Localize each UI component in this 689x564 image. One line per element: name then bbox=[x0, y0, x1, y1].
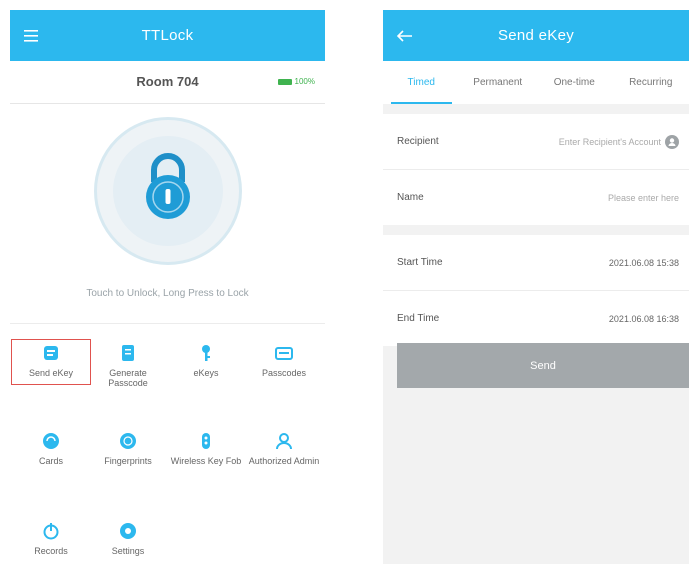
recipient-field[interactable]: Enter Recipient's Account bbox=[558, 134, 679, 149]
padlock-icon bbox=[146, 153, 190, 219]
tab-one-time[interactable]: One-time bbox=[536, 61, 613, 104]
grid-ekeys[interactable]: eKeys bbox=[167, 344, 245, 378]
end-time-label: End Time bbox=[397, 313, 440, 324]
grid-label: Cards bbox=[38, 456, 63, 466]
end-time-value[interactable]: 2021.06.08 16:38 bbox=[609, 314, 679, 324]
grid-send-ekey[interactable]: Send eKey bbox=[11, 339, 91, 385]
key-fob-icon bbox=[202, 433, 210, 449]
ekey-type-tabs: Timed Permanent One-time Recurring bbox=[383, 61, 689, 104]
grid-authorized-admin[interactable]: Authorized Admin bbox=[245, 432, 323, 466]
contacts-icon[interactable] bbox=[665, 134, 679, 149]
tab-recurring[interactable]: Recurring bbox=[613, 61, 689, 104]
grid-label: Passcodes bbox=[261, 368, 307, 378]
grid-passcodes[interactable]: Passcodes bbox=[245, 344, 323, 378]
send-button[interactable]: Send bbox=[397, 343, 689, 388]
records-icon bbox=[43, 523, 59, 540]
tab-permanent[interactable]: Permanent bbox=[460, 61, 537, 104]
app-title: TTLock bbox=[141, 27, 194, 44]
cards-icon bbox=[43, 433, 59, 449]
passcodes-icon bbox=[275, 347, 293, 360]
grid-records[interactable]: Records bbox=[12, 522, 90, 556]
fingerprint-icon bbox=[120, 433, 136, 449]
time-group: Start Time 2021.06.08 15:38 End Time 202… bbox=[383, 235, 689, 346]
name-row[interactable]: Name Please enter here bbox=[383, 169, 689, 225]
grid-label: Settings bbox=[111, 546, 145, 556]
grid-label: Send eKey bbox=[28, 368, 74, 378]
app-bar: TTLock bbox=[10, 10, 325, 61]
lock-hint: Touch to Unlock, Long Press to Lock bbox=[86, 288, 249, 299]
recipient-group: Recipient Enter Recipient's Account Name… bbox=[383, 114, 689, 225]
recipient-label: Recipient bbox=[397, 136, 439, 147]
grid-label: Records bbox=[34, 546, 68, 556]
grid-label: Authorized Admin bbox=[248, 456, 320, 466]
ekeys-icon bbox=[202, 345, 210, 361]
grid-fingerprints[interactable]: Fingerprints bbox=[89, 432, 167, 466]
grid-settings[interactable]: Settings bbox=[89, 522, 167, 556]
name-label: Name bbox=[397, 192, 424, 203]
generate-passcode-icon bbox=[122, 345, 134, 361]
recipient-row[interactable]: Recipient Enter Recipient's Account bbox=[383, 114, 689, 169]
grid-wireless-key-fob[interactable]: Wireless Key Fob bbox=[167, 432, 245, 466]
admin-icon bbox=[276, 433, 292, 450]
back-arrow-icon[interactable] bbox=[397, 10, 413, 61]
tab-timed[interactable]: Timed bbox=[383, 61, 460, 104]
send-ekey-screen: Send eKey Timed Permanent One-time Recur… bbox=[383, 10, 689, 564]
screen-title: Send eKey bbox=[497, 27, 575, 44]
room-header: Room 704 100% bbox=[10, 61, 325, 104]
end-time-row[interactable]: End Time 2021.06.08 16:38 bbox=[383, 290, 689, 346]
battery-indicator: 100% bbox=[277, 77, 315, 86]
start-time-value[interactable]: 2021.06.08 15:38 bbox=[609, 258, 679, 268]
grid-label: Wireless Key Fob bbox=[170, 456, 242, 466]
menu-icon[interactable] bbox=[24, 10, 38, 61]
lock-screen: TTLock Room 704 100% Touch to Unlock, Lo… bbox=[10, 10, 325, 564]
start-time-label: Start Time bbox=[397, 257, 443, 268]
battery-icon bbox=[277, 78, 292, 85]
grid-label: Generate Passcode bbox=[108, 368, 148, 388]
start-time-row[interactable]: Start Time 2021.06.08 15:38 bbox=[383, 235, 689, 290]
send-ekey-icon bbox=[44, 346, 58, 360]
grid-generate-passcode[interactable]: Generate Passcode bbox=[89, 344, 167, 388]
grid-label: Fingerprints bbox=[104, 456, 152, 466]
grid-label: eKeys bbox=[193, 368, 219, 378]
grid-cards[interactable]: Cards bbox=[12, 432, 90, 466]
battery-level: 100% bbox=[294, 77, 315, 86]
unlock-button[interactable] bbox=[94, 117, 242, 265]
recipient-placeholder: Enter Recipient's Account bbox=[558, 136, 661, 147]
name-field[interactable]: Please enter here bbox=[608, 193, 679, 203]
settings-icon bbox=[120, 523, 136, 539]
feature-grid: Send eKey Generate Passcode eKeys Passco… bbox=[10, 323, 325, 556]
app-bar: Send eKey bbox=[383, 10, 689, 61]
